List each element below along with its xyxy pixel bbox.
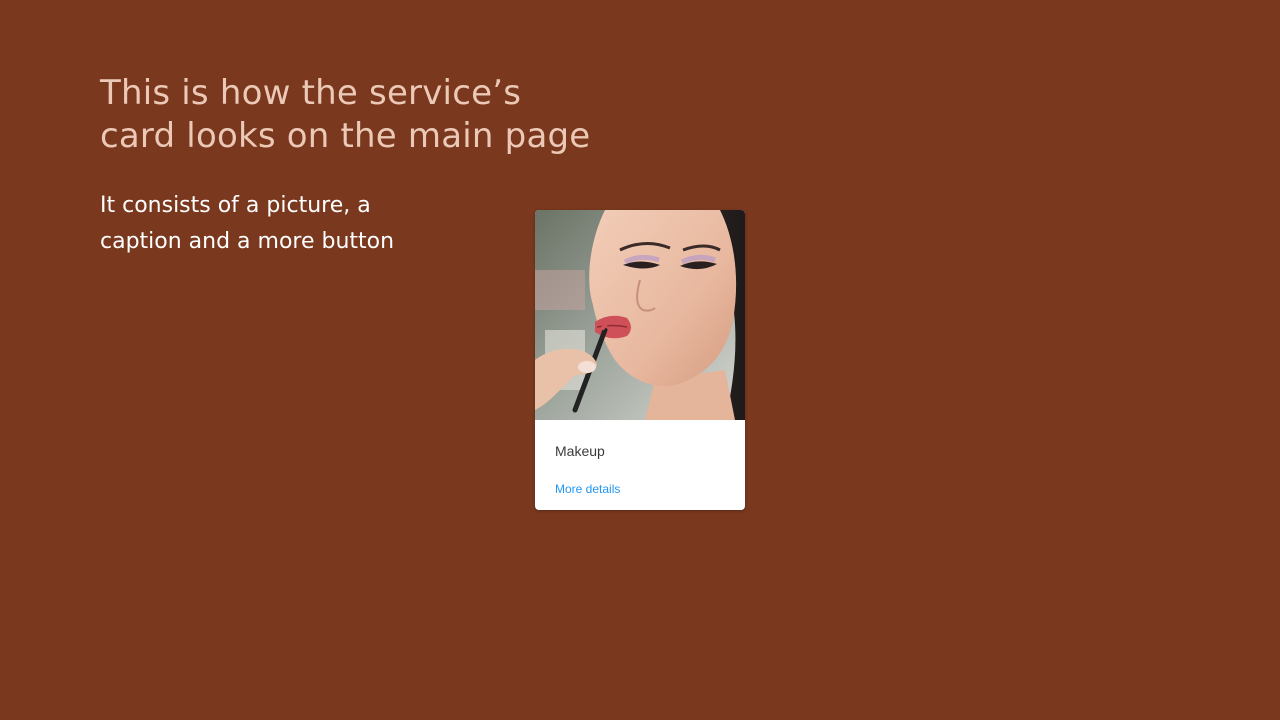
more-details-link[interactable]: More details <box>555 482 620 496</box>
slide-description-line-2: caption and a more button <box>100 229 395 254</box>
slide-title-line-2: card looks on the main page <box>100 116 591 156</box>
slide-description: It consists of a picture, a caption and … <box>100 188 500 260</box>
slide-title-line-1: This is how the service’s <box>100 73 522 113</box>
card-body: Makeup More details <box>535 420 745 510</box>
service-card[interactable]: Makeup More details <box>535 210 745 510</box>
slide-description-line-1: It consists of a picture, a <box>100 193 371 218</box>
card-caption: Makeup <box>555 443 605 459</box>
slide-title: This is how the service’s card looks on … <box>100 72 660 158</box>
card-image[interactable] <box>535 210 745 420</box>
